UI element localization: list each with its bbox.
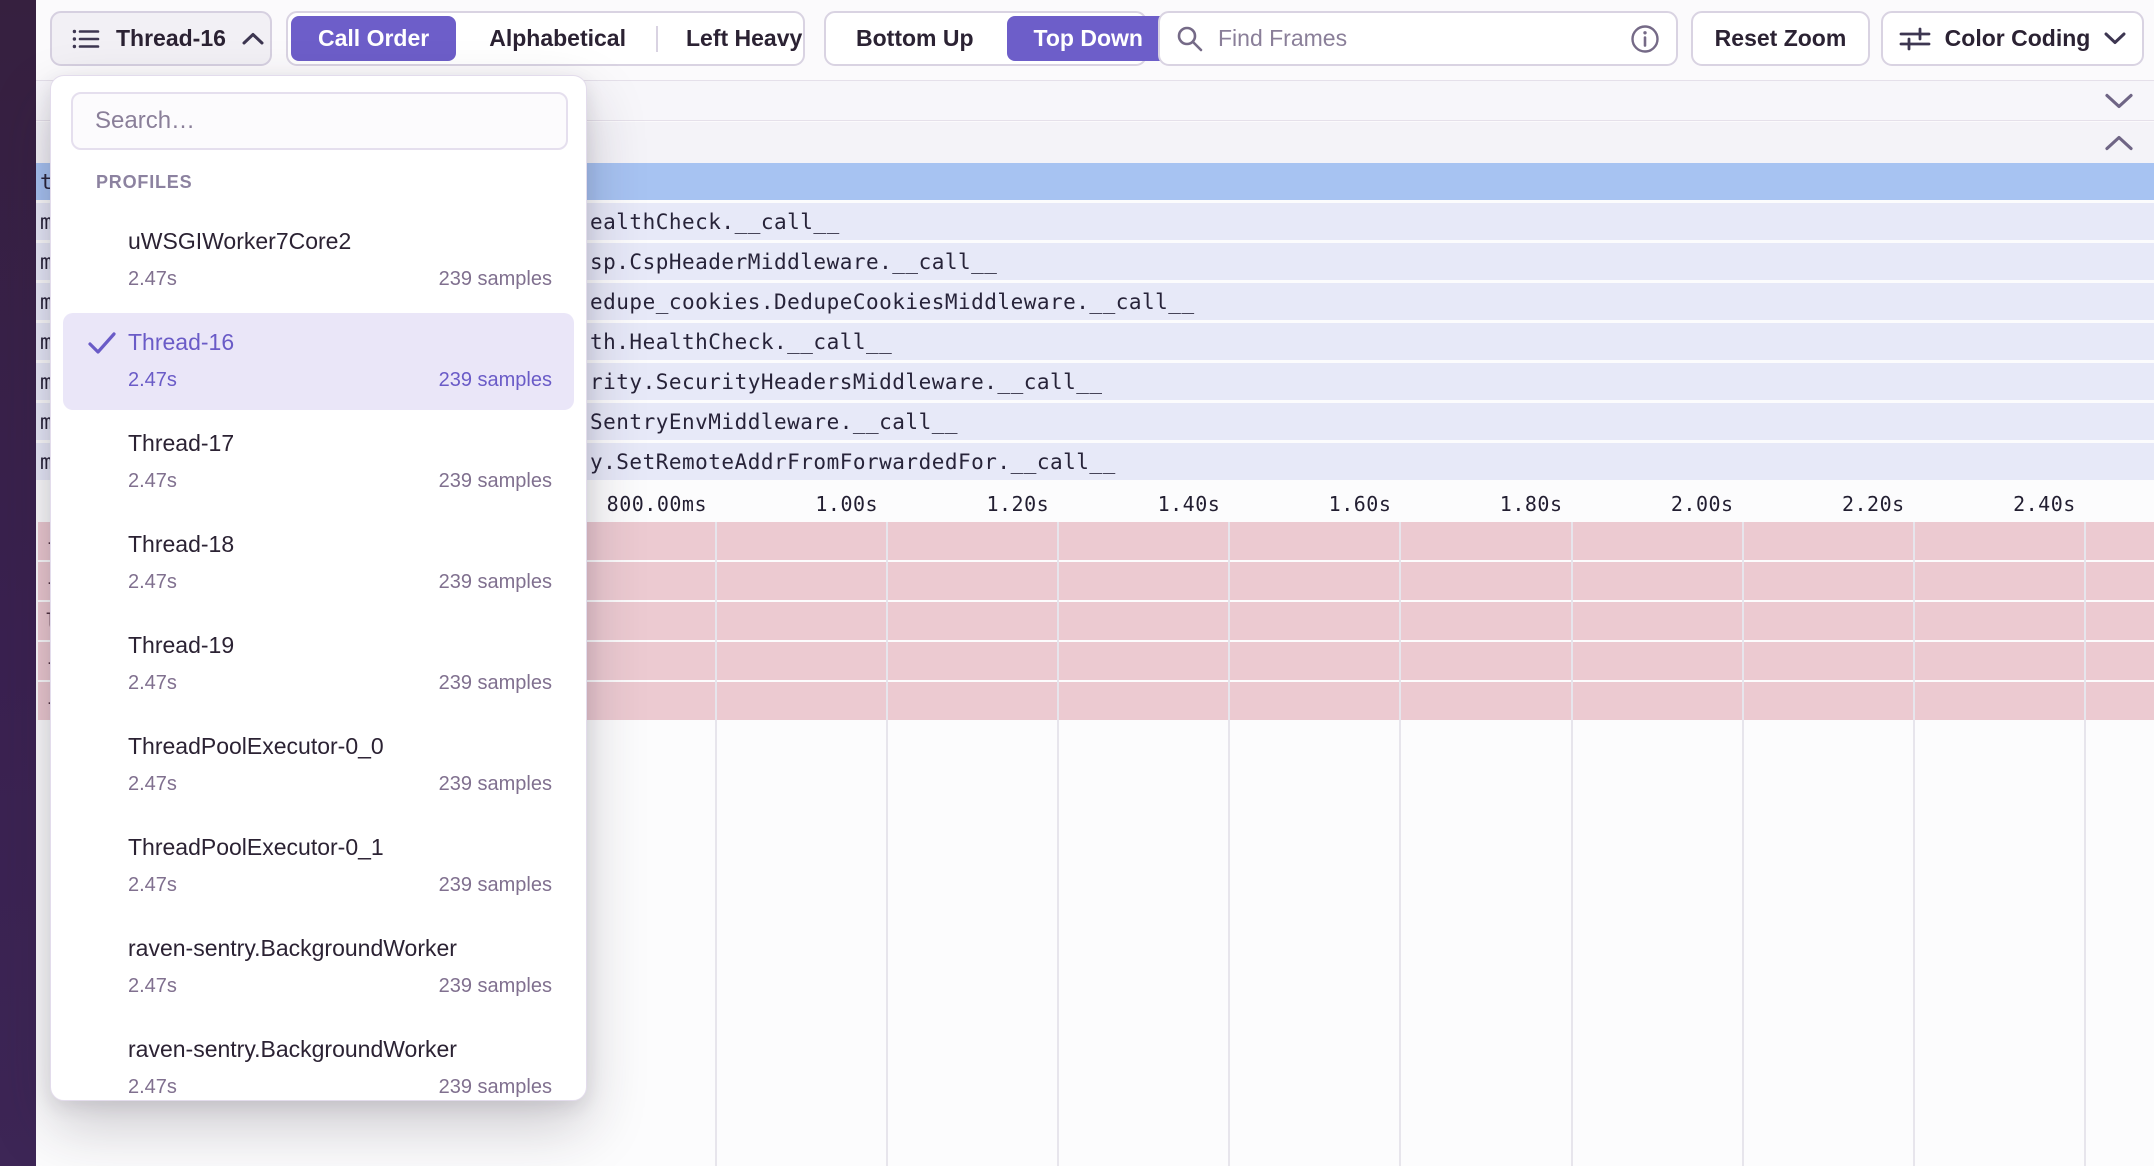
search-icon — [1176, 25, 1204, 53]
profile-duration: 2.47s — [128, 571, 177, 594]
frame-text: th.HealthCheck.__call__ — [590, 330, 892, 354]
profile-duration: 2.47s — [128, 268, 177, 291]
time-axis-tick: 1.20s — [986, 490, 1049, 518]
profile-name: Thread-18 — [128, 531, 552, 558]
reset-zoom-label: Reset Zoom — [1715, 25, 1847, 52]
time-axis-tick: 2.00s — [1671, 490, 1734, 518]
frame-text: y.SetRemoteAddrFromForwardedFor.__call__ — [590, 450, 1116, 474]
profile-option[interactable]: uWSGIWorker7Core2 2.47s 239 samples — [51, 216, 586, 317]
profile-name: raven-sentry.BackgroundWorker — [128, 1036, 552, 1063]
profile-option[interactable]: ThreadPoolExecutor-0_0 2.47s 239 samples — [51, 721, 586, 822]
profile-list: uWSGIWorker7Core2 2.47s 239 samples Thre… — [51, 216, 586, 1125]
list-icon — [72, 27, 100, 51]
time-gridline — [1913, 522, 1915, 1166]
profile-samples: 239 samples — [439, 672, 552, 695]
time-gridline — [1571, 522, 1573, 1166]
time-gridline — [2084, 522, 2086, 1166]
checkmark-icon — [87, 331, 117, 355]
flamegraph-toolbar: Thread-16 Call OrderAlphabeticalLeft Hea… — [36, 0, 2154, 80]
color-coding-button[interactable]: Color Coding — [1881, 11, 2144, 66]
direction-segment[interactable]: Bottom Up — [826, 13, 1004, 64]
profile-duration: 2.47s — [128, 672, 177, 695]
profile-samples: 239 samples — [439, 268, 552, 291]
time-gridline — [1742, 522, 1744, 1166]
profile-option[interactable]: ThreadPoolExecutor-0_1 2.47s 239 samples — [51, 822, 586, 923]
profile-samples: 239 samples — [439, 470, 552, 493]
profile-samples: 239 samples — [439, 1076, 552, 1099]
time-gridline — [1057, 522, 1059, 1166]
profile-name: uWSGIWorker7Core2 — [128, 228, 552, 255]
profile-duration: 2.47s — [128, 369, 177, 392]
frame-text: ealthCheck.__call__ — [590, 210, 840, 234]
profile-option[interactable]: Thread-16 2.47s 239 samples — [51, 317, 586, 418]
chevron-up-icon — [242, 32, 264, 45]
thread-selector-label: Thread-16 — [116, 25, 226, 52]
profile-duration: 2.47s — [128, 470, 177, 493]
sort-segmented-control: Call OrderAlphabeticalLeft Heavy — [286, 11, 805, 66]
sliders-icon — [1899, 26, 1931, 52]
reset-zoom-button[interactable]: Reset Zoom — [1691, 11, 1870, 66]
profile-option[interactable]: raven-sentry.BackgroundWorker 2.47s 239 … — [51, 1024, 586, 1125]
profile-option[interactable]: Thread-18 2.47s 239 samples — [51, 519, 586, 620]
time-axis-tick: 2.20s — [1842, 490, 1905, 518]
chevron-up-icon[interactable] — [2104, 134, 2134, 151]
find-frames-input[interactable] — [1218, 25, 1616, 52]
profile-option[interactable]: Thread-19 2.47s 239 samples — [51, 620, 586, 721]
dropdown-search — [71, 92, 568, 150]
time-axis-tick: 800.00ms — [607, 490, 707, 518]
frame-text: rity.SecurityHeadersMiddleware.__call__ — [590, 370, 1103, 394]
profile-option[interactable]: Thread-17 2.47s 239 samples — [51, 418, 586, 519]
profile-duration: 2.47s — [128, 874, 177, 897]
profile-samples: 239 samples — [439, 571, 552, 594]
sort-segment[interactable]: Left Heavy — [656, 13, 832, 64]
frame-text: sp.CspHeaderMiddleware.__call__ — [590, 250, 997, 274]
sort-segment[interactable]: Alphabetical — [459, 13, 656, 64]
profiles-section-label: PROFILES — [96, 172, 192, 193]
time-gridline — [1399, 522, 1401, 1166]
dropdown-search-input[interactable] — [95, 107, 544, 135]
profile-option[interactable]: raven-sentry.BackgroundWorker 2.47s 239 … — [51, 923, 586, 1024]
frame-text: SentryEnvMiddleware.__call__ — [590, 410, 958, 434]
profile-name: Thread-19 — [128, 632, 552, 659]
profile-samples: 239 samples — [439, 975, 552, 998]
profile-name: ThreadPoolExecutor-0_0 — [128, 733, 552, 760]
profile-name: Thread-16 — [128, 329, 552, 356]
find-frames-search — [1158, 11, 1678, 66]
profile-samples: 239 samples — [439, 874, 552, 897]
profile-samples: 239 samples — [439, 369, 552, 392]
profile-duration: 2.47s — [128, 975, 177, 998]
time-axis-tick: 1.00s — [815, 490, 878, 518]
direction-segment[interactable]: Top Down — [1007, 16, 1170, 61]
profile-name: Thread-17 — [128, 430, 552, 457]
profile-duration: 2.47s — [128, 1076, 177, 1099]
direction-segmented-control: Bottom UpTop Down — [824, 11, 1147, 66]
time-gridline — [886, 522, 888, 1166]
info-icon[interactable] — [1630, 24, 1660, 54]
profile-name: raven-sentry.BackgroundWorker — [128, 935, 552, 962]
chevron-down-icon — [2104, 32, 2126, 45]
time-gridline — [715, 522, 717, 1166]
sort-segment[interactable]: Call Order — [291, 16, 456, 61]
thread-selector-button[interactable]: Thread-16 — [50, 11, 272, 66]
time-gridline — [1228, 522, 1230, 1166]
chevron-down-icon[interactable] — [2104, 92, 2134, 109]
profile-name: ThreadPoolExecutor-0_1 — [128, 834, 552, 861]
frame-text: edupe_cookies.DedupeCookiesMiddleware.__… — [590, 290, 1195, 314]
profile-samples: 239 samples — [439, 773, 552, 796]
profile-dropdown: PROFILES uWSGIWorker7Core2 2.47s 239 sam… — [50, 75, 587, 1101]
profile-duration: 2.47s — [128, 773, 177, 796]
color-coding-label: Color Coding — [1945, 25, 2091, 52]
time-axis-tick: 1.80s — [1500, 490, 1563, 518]
time-axis-tick: 2.40s — [2013, 490, 2076, 518]
app-sidebar-strip — [0, 0, 36, 1166]
time-axis-tick: 1.40s — [1158, 490, 1221, 518]
time-axis-tick: 1.60s — [1329, 490, 1392, 518]
